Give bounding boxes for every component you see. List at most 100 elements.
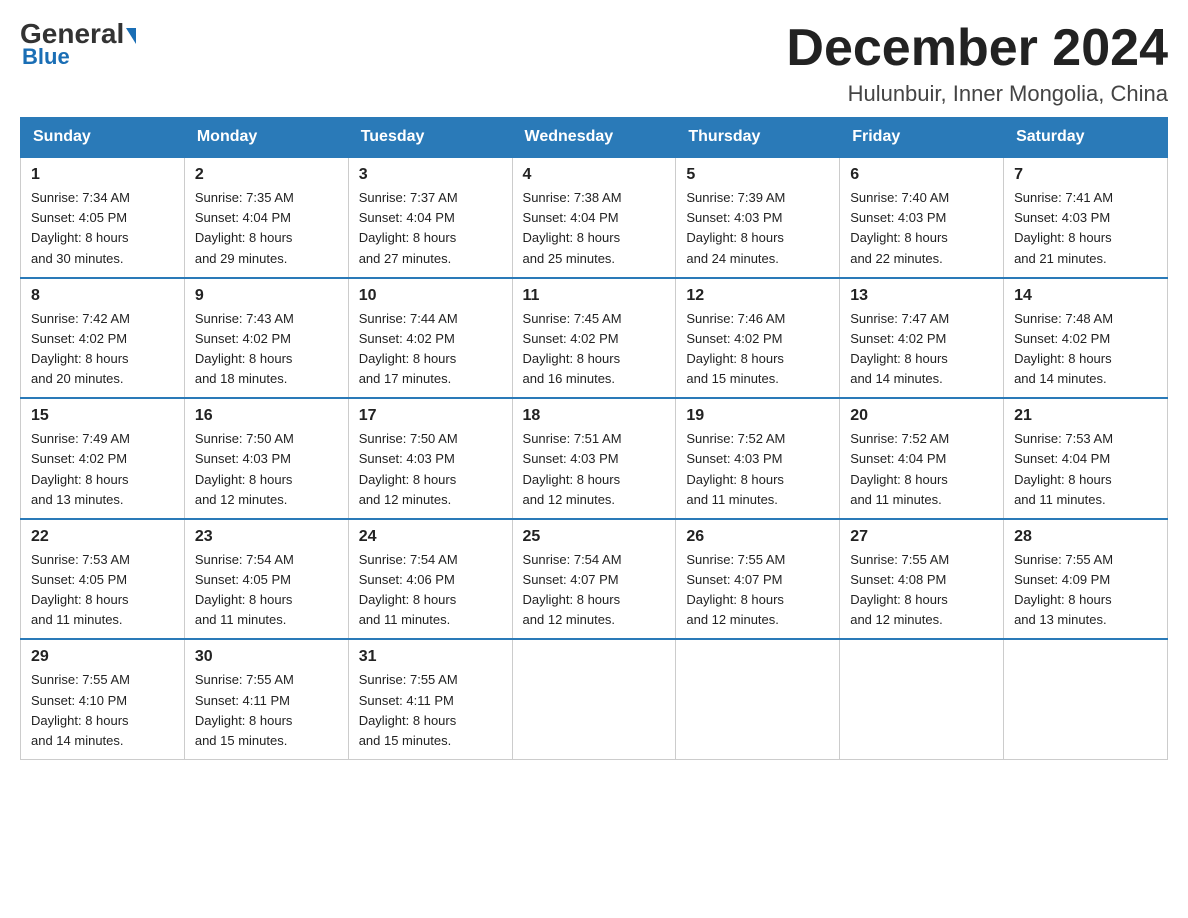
table-row: 18Sunrise: 7:51 AM Sunset: 4:03 PM Dayli… <box>512 398 676 519</box>
day-info: Sunrise: 7:55 AM Sunset: 4:09 PM Dayligh… <box>1014 550 1157 631</box>
day-number: 29 <box>31 648 174 666</box>
day-info: Sunrise: 7:37 AM Sunset: 4:04 PM Dayligh… <box>359 188 502 269</box>
day-info: Sunrise: 7:50 AM Sunset: 4:03 PM Dayligh… <box>359 429 502 510</box>
table-row: 4 Sunrise: 7:38 AM Sunset: 4:04 PM Daylig… <box>512 157 676 278</box>
day-info: Sunrise: 7:55 AM Sunset: 4:10 PM Dayligh… <box>31 670 174 751</box>
day-info: Sunrise: 7:52 AM Sunset: 4:04 PM Dayligh… <box>850 429 993 510</box>
table-row: 29 Sunrise: 7:55 AM Sunset: 4:10 PM Dayli… <box>21 639 185 759</box>
day-number: 1 <box>31 166 174 184</box>
day-info: Sunrise: 7:49 AM Sunset: 4:02 PM Dayligh… <box>31 429 174 510</box>
header-monday: Monday <box>184 118 348 158</box>
day-number: 21 <box>1014 407 1157 425</box>
day-info: Sunrise: 7:48 AM Sunset: 4:02 PM Dayligh… <box>1014 309 1157 390</box>
table-row: 3 Sunrise: 7:37 AM Sunset: 4:04 PM Daylig… <box>348 157 512 278</box>
calendar-table: Sunday Monday Tuesday Wednesday Thursday… <box>20 117 1168 760</box>
title-area: December 2024 Hulunbuir, Inner Mongolia,… <box>786 20 1168 107</box>
table-row: 20 Sunrise: 7:52 AM Sunset: 4:04 PM Dayli… <box>840 398 1004 519</box>
day-number: 20 <box>850 407 993 425</box>
day-info: Sunrise: 7:54 AM Sunset: 4:05 PM Dayligh… <box>195 550 338 631</box>
day-number: 24 <box>359 528 502 546</box>
day-info: Sunrise: 7:55 AM Sunset: 4:08 PM Dayligh… <box>850 550 993 631</box>
day-info: Sunrise: 7:47 AM Sunset: 4:02 PM Dayligh… <box>850 309 993 390</box>
day-number: 13 <box>850 287 993 305</box>
day-info: Sunrise: 7:42 AM Sunset: 4:02 PM Dayligh… <box>31 309 174 390</box>
table-row: 9 Sunrise: 7:43 AM Sunset: 4:02 PM Daylig… <box>184 278 348 399</box>
calendar-week-row: 8 Sunrise: 7:42 AM Sunset: 4:02 PM Daylig… <box>21 278 1168 399</box>
table-row: 21 Sunrise: 7:53 AM Sunset: 4:04 PM Dayli… <box>1004 398 1168 519</box>
table-row: 15 Sunrise: 7:49 AM Sunset: 4:02 PM Dayli… <box>21 398 185 519</box>
table-row: 27 Sunrise: 7:55 AM Sunset: 4:08 PM Dayli… <box>840 519 1004 640</box>
header-friday: Friday <box>840 118 1004 158</box>
day-info: Sunrise: 7:55 AM Sunset: 4:11 PM Dayligh… <box>195 670 338 751</box>
day-number: 30 <box>195 648 338 666</box>
header-sunday: Sunday <box>21 118 185 158</box>
table-row: 12 Sunrise: 7:46 AM Sunset: 4:02 PM Dayli… <box>676 278 840 399</box>
day-number: 15 <box>31 407 174 425</box>
table-row: 22Sunrise: 7:53 AM Sunset: 4:05 PM Dayli… <box>21 519 185 640</box>
day-number: 23 <box>195 528 338 546</box>
table-row: 17Sunrise: 7:50 AM Sunset: 4:03 PM Dayli… <box>348 398 512 519</box>
table-row: 30 Sunrise: 7:55 AM Sunset: 4:11 PM Dayli… <box>184 639 348 759</box>
day-number: 31 <box>359 648 502 666</box>
day-info: Sunrise: 7:45 AM Sunset: 4:02 PM Dayligh… <box>523 309 666 390</box>
day-info: Sunrise: 7:46 AM Sunset: 4:02 PM Dayligh… <box>686 309 829 390</box>
day-info: Sunrise: 7:55 AM Sunset: 4:11 PM Dayligh… <box>359 670 502 751</box>
day-info: Sunrise: 7:41 AM Sunset: 4:03 PM Dayligh… <box>1014 188 1157 269</box>
day-number: 19 <box>686 407 829 425</box>
table-row: 13 Sunrise: 7:47 AM Sunset: 4:02 PM Dayli… <box>840 278 1004 399</box>
header-saturday: Saturday <box>1004 118 1168 158</box>
day-number: 16 <box>195 407 338 425</box>
day-info: Sunrise: 7:43 AM Sunset: 4:02 PM Dayligh… <box>195 309 338 390</box>
table-row: 14 Sunrise: 7:48 AM Sunset: 4:02 PM Dayli… <box>1004 278 1168 399</box>
day-number: 28 <box>1014 528 1157 546</box>
table-row: 19 Sunrise: 7:52 AM Sunset: 4:03 PM Dayli… <box>676 398 840 519</box>
header-thursday: Thursday <box>676 118 840 158</box>
day-number: 8 <box>31 287 174 305</box>
day-number: 9 <box>195 287 338 305</box>
day-info: Sunrise: 7:53 AM Sunset: 4:04 PM Dayligh… <box>1014 429 1157 510</box>
day-number: 12 <box>686 287 829 305</box>
day-info: Sunrise: 7:34 AM Sunset: 4:05 PM Dayligh… <box>31 188 174 269</box>
day-number: 7 <box>1014 166 1157 184</box>
day-info: Sunrise: 7:55 AM Sunset: 4:07 PM Dayligh… <box>686 550 829 631</box>
day-number: 3 <box>359 166 502 184</box>
calendar-week-row: 1 Sunrise: 7:34 AM Sunset: 4:05 PM Daylig… <box>21 157 1168 278</box>
day-number: 27 <box>850 528 993 546</box>
day-info: Sunrise: 7:54 AM Sunset: 4:06 PM Dayligh… <box>359 550 502 631</box>
day-number: 11 <box>523 287 666 305</box>
day-number: 10 <box>359 287 502 305</box>
day-info: Sunrise: 7:52 AM Sunset: 4:03 PM Dayligh… <box>686 429 829 510</box>
page-header: General Blue December 2024 Hulunbuir, In… <box>20 20 1168 107</box>
calendar-week-row: 22Sunrise: 7:53 AM Sunset: 4:05 PM Dayli… <box>21 519 1168 640</box>
day-number: 25 <box>523 528 666 546</box>
table-row <box>676 639 840 759</box>
table-row: 2 Sunrise: 7:35 AM Sunset: 4:04 PM Daylig… <box>184 157 348 278</box>
day-number: 5 <box>686 166 829 184</box>
day-info: Sunrise: 7:51 AM Sunset: 4:03 PM Dayligh… <box>523 429 666 510</box>
table-row <box>1004 639 1168 759</box>
day-info: Sunrise: 7:40 AM Sunset: 4:03 PM Dayligh… <box>850 188 993 269</box>
day-number: 26 <box>686 528 829 546</box>
day-number: 14 <box>1014 287 1157 305</box>
day-number: 6 <box>850 166 993 184</box>
calendar-week-row: 29 Sunrise: 7:55 AM Sunset: 4:10 PM Dayli… <box>21 639 1168 759</box>
table-row: 11 Sunrise: 7:45 AM Sunset: 4:02 PM Dayli… <box>512 278 676 399</box>
calendar-week-row: 15 Sunrise: 7:49 AM Sunset: 4:02 PM Dayli… <box>21 398 1168 519</box>
table-row: 26 Sunrise: 7:55 AM Sunset: 4:07 PM Dayli… <box>676 519 840 640</box>
day-info: Sunrise: 7:35 AM Sunset: 4:04 PM Dayligh… <box>195 188 338 269</box>
logo: General Blue <box>20 20 136 70</box>
table-row: 7 Sunrise: 7:41 AM Sunset: 4:03 PM Daylig… <box>1004 157 1168 278</box>
table-row <box>512 639 676 759</box>
logo-blue: Blue <box>20 44 70 70</box>
calendar-header-row: Sunday Monday Tuesday Wednesday Thursday… <box>21 118 1168 158</box>
day-info: Sunrise: 7:38 AM Sunset: 4:04 PM Dayligh… <box>523 188 666 269</box>
table-row: 1 Sunrise: 7:34 AM Sunset: 4:05 PM Daylig… <box>21 157 185 278</box>
month-title: December 2024 <box>786 20 1168 77</box>
table-row: 25Sunrise: 7:54 AM Sunset: 4:07 PM Dayli… <box>512 519 676 640</box>
day-number: 2 <box>195 166 338 184</box>
day-info: Sunrise: 7:39 AM Sunset: 4:03 PM Dayligh… <box>686 188 829 269</box>
header-tuesday: Tuesday <box>348 118 512 158</box>
day-info: Sunrise: 7:53 AM Sunset: 4:05 PM Dayligh… <box>31 550 174 631</box>
day-info: Sunrise: 7:50 AM Sunset: 4:03 PM Dayligh… <box>195 429 338 510</box>
day-number: 4 <box>523 166 666 184</box>
